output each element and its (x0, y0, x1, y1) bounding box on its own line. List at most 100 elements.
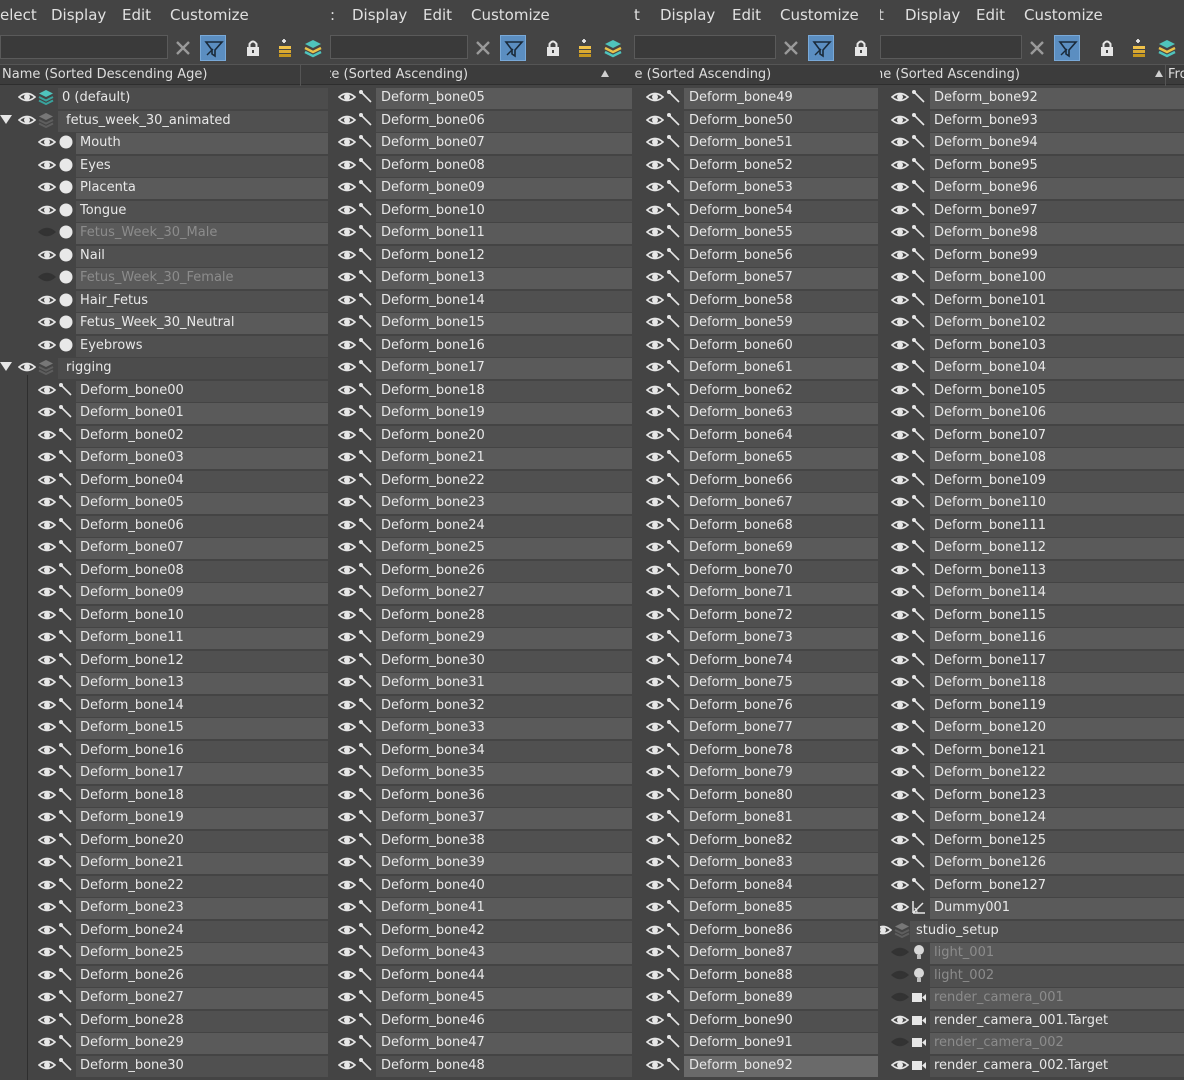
eye-icon[interactable] (890, 180, 910, 194)
visibility-toggle[interactable] (645, 653, 665, 667)
object-row[interactable]: Deform_bone00 (0, 380, 330, 402)
menu-item-display[interactable]: Display (905, 6, 960, 24)
visibility-toggle[interactable] (645, 720, 665, 734)
object-row[interactable]: Deform_bone25 (0, 942, 330, 964)
search-input[interactable] (330, 35, 468, 59)
eye-icon[interactable] (890, 743, 910, 757)
object-row[interactable]: Deform_bone109 (880, 470, 1184, 492)
clear-search-button[interactable] (778, 35, 804, 61)
object-row[interactable]: Deform_bone74 (634, 650, 880, 672)
visibility-toggle[interactable] (37, 923, 57, 937)
object-row[interactable]: Deform_bone50 (634, 110, 880, 132)
object-row[interactable]: light_002 (880, 965, 1184, 987)
eye-icon[interactable] (890, 158, 910, 172)
eye-icon[interactable] (337, 990, 357, 1004)
eye-icon[interactable] (645, 90, 665, 104)
eye-icon[interactable] (890, 518, 910, 532)
visibility-toggle[interactable] (645, 495, 665, 509)
visibility-toggle[interactable] (37, 158, 57, 172)
object-row[interactable]: Deform_bone20 (0, 830, 330, 852)
object-row[interactable]: Deform_bone45 (330, 987, 634, 1009)
lock-button[interactable] (240, 35, 266, 61)
eye-icon[interactable] (890, 563, 910, 577)
visibility-toggle[interactable] (890, 203, 910, 217)
eye-icon[interactable] (37, 743, 57, 757)
visibility-toggle[interactable] (645, 540, 665, 554)
object-row[interactable]: Deform_bone73 (634, 627, 880, 649)
eye-icon[interactable] (890, 450, 910, 464)
eye-icon[interactable] (890, 653, 910, 667)
visibility-toggle[interactable] (37, 900, 57, 914)
object-row[interactable]: Nail (0, 245, 330, 267)
visibility-toggle[interactable] (17, 360, 37, 374)
visibility-toggle[interactable] (337, 518, 357, 532)
object-row[interactable]: Deform_bone104 (880, 357, 1184, 379)
menu-item-customize[interactable]: Customize (1024, 6, 1103, 24)
eye-icon[interactable] (645, 923, 665, 937)
eye-icon[interactable] (890, 315, 910, 329)
lock-button[interactable] (540, 35, 566, 61)
object-row[interactable]: Deform_bone23 (330, 492, 634, 514)
eye-icon[interactable] (645, 900, 665, 914)
object-row[interactable]: Deform_bone31 (330, 672, 634, 694)
visibility-toggle[interactable] (890, 540, 910, 554)
menu-item-t[interactable]: t (880, 6, 884, 24)
object-row[interactable]: Deform_bone65 (634, 447, 880, 469)
filter-button[interactable] (1054, 35, 1080, 61)
object-row[interactable]: Dummy001 (880, 897, 1184, 919)
visibility-toggle[interactable] (645, 833, 665, 847)
object-row[interactable]: Deform_bone99 (880, 245, 1184, 267)
object-row[interactable]: Deform_bone07 (330, 132, 634, 154)
visibility-toggle[interactable] (37, 765, 57, 779)
eye-icon[interactable] (37, 968, 57, 982)
eye-icon[interactable] (890, 833, 910, 847)
visibility-toggle[interactable] (890, 135, 910, 149)
object-row[interactable]: Deform_bone25 (330, 537, 634, 559)
eye-icon[interactable] (37, 405, 57, 419)
visibility-toggle[interactable] (890, 653, 910, 667)
menu-item-customize[interactable]: Customize (170, 6, 249, 24)
visibility-toggle[interactable] (337, 878, 357, 892)
object-row[interactable]: Deform_bone59 (634, 312, 880, 334)
eye-icon[interactable] (17, 360, 37, 374)
eye-icon[interactable] (37, 563, 57, 577)
object-row[interactable]: Deform_bone27 (0, 987, 330, 1009)
eye-icon[interactable] (37, 135, 57, 149)
object-row[interactable]: Deform_bone44 (330, 965, 634, 987)
object-row[interactable]: Deform_bone09 (0, 582, 330, 604)
visibility-toggle[interactable] (645, 293, 665, 307)
eye-icon[interactable] (337, 923, 357, 937)
object-row[interactable]: Deform_bone122 (880, 762, 1184, 784)
search-input[interactable] (634, 35, 776, 59)
visibility-toggle[interactable] (645, 135, 665, 149)
eye-icon[interactable] (645, 698, 665, 712)
eye-icon[interactable] (645, 180, 665, 194)
object-row[interactable]: Deform_bone16 (0, 740, 330, 762)
object-row[interactable]: Deform_bone96 (880, 177, 1184, 199)
visibility-toggle[interactable] (645, 203, 665, 217)
object-row[interactable]: Deform_bone66 (634, 470, 880, 492)
object-row[interactable]: Deform_bone28 (330, 605, 634, 627)
object-row[interactable]: Deform_bone110 (880, 492, 1184, 514)
object-row[interactable]: Deform_bone117 (880, 650, 1184, 672)
visibility-toggle[interactable] (37, 855, 57, 869)
visibility-toggle[interactable] (37, 675, 57, 689)
object-row[interactable]: Deform_bone01 (0, 402, 330, 424)
visibility-toggle[interactable] (645, 383, 665, 397)
eye-icon[interactable] (337, 585, 357, 599)
eye-icon[interactable] (37, 923, 57, 937)
column-header[interactable]: ne (Sorted Ascending) Fro (880, 64, 1184, 86)
object-row[interactable]: Deform_bone30 (0, 1055, 330, 1077)
visibility-toggle[interactable] (37, 383, 57, 397)
object-row[interactable]: Deform_bone90 (634, 1010, 880, 1032)
visibility-toggle[interactable] (645, 473, 665, 487)
visibility-toggle[interactable] (37, 585, 57, 599)
object-row[interactable]: Deform_bone22 (330, 470, 634, 492)
layers-button[interactable] (300, 35, 326, 61)
object-row[interactable]: render_camera_002 (880, 1032, 1184, 1054)
object-row[interactable]: Deform_bone20 (330, 425, 634, 447)
visibility-toggle[interactable] (17, 90, 37, 104)
eye-icon[interactable] (890, 135, 910, 149)
eye-icon[interactable] (645, 540, 665, 554)
visibility-toggle[interactable] (890, 383, 910, 397)
